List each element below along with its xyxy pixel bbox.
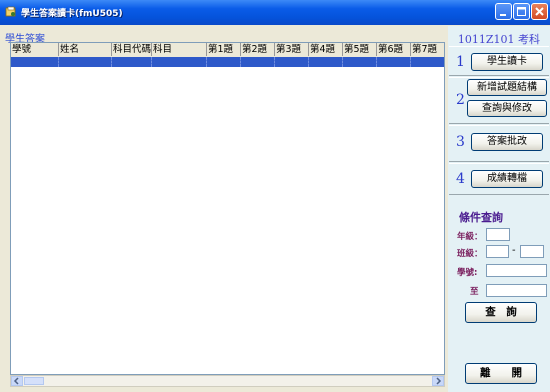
- query-and-edit-button[interactable]: 查詢與修改: [467, 100, 547, 117]
- chevron-right-icon: [436, 377, 442, 385]
- scroll-right-button[interactable]: [432, 376, 444, 386]
- col-header-q2[interactable]: 第2題: [241, 43, 275, 56]
- grade-answers-button[interactable]: 答案批改: [471, 133, 543, 151]
- maximize-button[interactable]: [513, 3, 530, 20]
- table-cell[interactable]: [59, 57, 112, 67]
- grade-label: 年級：: [457, 232, 483, 242]
- col-header-q5[interactable]: 第5題: [343, 43, 377, 56]
- table-cell[interactable]: [343, 57, 377, 67]
- student-id-to-input[interactable]: [486, 284, 547, 297]
- minimize-icon: [500, 14, 506, 16]
- class-range-separator: -: [512, 245, 516, 256]
- table-row[interactable]: [11, 57, 444, 67]
- maximize-icon: [517, 7, 526, 16]
- class-label: 班級：: [457, 249, 483, 259]
- step-3-number: 3: [456, 134, 465, 150]
- col-header-q7[interactable]: 第7題: [411, 43, 444, 56]
- table-cell[interactable]: [152, 57, 207, 67]
- step-2-number: 2: [456, 92, 465, 108]
- class-to-input[interactable]: [520, 245, 544, 258]
- table-cell[interactable]: [11, 57, 59, 67]
- minimize-button[interactable]: [495, 3, 512, 20]
- grid-header: 學號 姓名 科目代碼 科目 第1題 第2題 第3題 第4題 第5題 第6題 第7…: [11, 43, 444, 58]
- grade-input[interactable]: [486, 228, 510, 241]
- step-1-number: 1: [456, 54, 465, 70]
- col-header-q1[interactable]: 第1題: [207, 43, 241, 56]
- main-window: 學生答案讀卡(fmU505) 學生答案 學號 姓名 科目代碼 科目 第1題 第2…: [0, 0, 550, 392]
- exam-code: 1011Z101 考科: [457, 33, 541, 46]
- add-question-structure-button[interactable]: 新增試題結構: [467, 79, 547, 96]
- col-header-subject-code[interactable]: 科目代碼: [112, 43, 152, 56]
- step-4-number: 4: [456, 171, 465, 187]
- col-header-q3[interactable]: 第3題: [275, 43, 309, 56]
- col-header-q6[interactable]: 第6題: [377, 43, 411, 56]
- student-read-card-button[interactable]: 學生讀卡: [471, 53, 543, 71]
- class-from-input[interactable]: [486, 245, 509, 258]
- student-id-from-input[interactable]: [486, 264, 547, 277]
- close-icon: [535, 7, 544, 16]
- table-cell[interactable]: [275, 57, 309, 67]
- search-button[interactable]: 查 詢: [465, 302, 537, 323]
- close-button[interactable]: [531, 3, 548, 20]
- chevron-left-icon: [13, 377, 19, 385]
- table-cell[interactable]: [377, 57, 411, 67]
- table-cell[interactable]: [309, 57, 343, 67]
- col-header-subject[interactable]: 科目: [152, 43, 207, 56]
- table-cell[interactable]: [207, 57, 241, 67]
- student-id-to-label: 至: [470, 287, 479, 297]
- title-bar[interactable]: 學生答案讀卡(fmU505): [0, 0, 550, 25]
- col-header-student-id[interactable]: 學號: [11, 43, 59, 56]
- scroll-left-button[interactable]: [11, 376, 23, 386]
- table-cell[interactable]: [241, 57, 275, 67]
- horizontal-scrollbar[interactable]: [10, 375, 445, 387]
- app-icon: [5, 6, 16, 17]
- query-title: 條件查詢: [459, 211, 503, 224]
- scroll-thumb[interactable]: [24, 377, 44, 385]
- exit-button[interactable]: 離 開: [465, 363, 537, 384]
- table-cell[interactable]: [411, 57, 444, 67]
- col-header-q4[interactable]: 第4題: [309, 43, 343, 56]
- col-header-name[interactable]: 姓名: [59, 43, 112, 56]
- table-cell[interactable]: [112, 57, 152, 67]
- student-id-label: 學號:: [457, 268, 478, 278]
- export-scores-button[interactable]: 成績轉檔: [471, 170, 543, 188]
- answers-grid[interactable]: 學號 姓名 科目代碼 科目 第1題 第2題 第3題 第4題 第5題 第6題 第7…: [10, 42, 445, 375]
- window-title: 學生答案讀卡(fmU505): [21, 9, 123, 19]
